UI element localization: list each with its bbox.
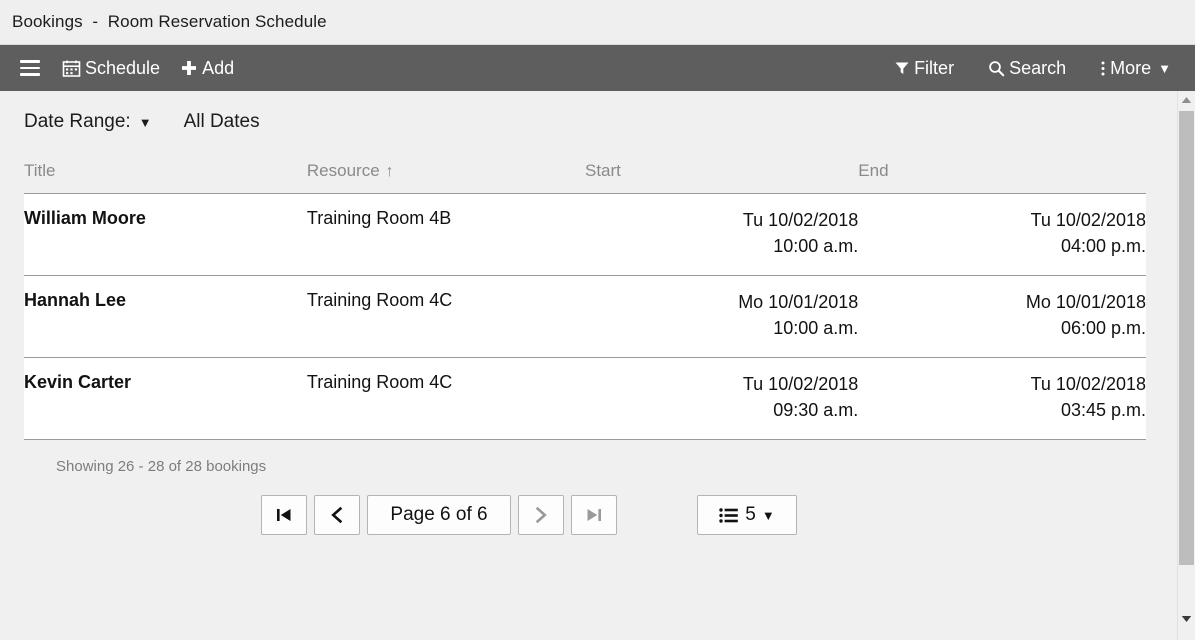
date-range-row: Date Range: ▼ All Dates (0, 91, 1177, 133)
search-button-label: Search (1009, 58, 1067, 78)
cell-end: Mo 10/01/2018 06:00 p.m. (858, 275, 1146, 359)
calendar-icon (62, 59, 81, 78)
column-header-resource-label: Resource (306, 161, 380, 180)
last-page-icon (584, 506, 604, 524)
column-header-resource[interactable]: Resource ↑ (306, 155, 585, 194)
date-range-value: All Dates (183, 111, 260, 132)
page-indicator-label: Page 6 of 6 (390, 504, 488, 526)
first-page-icon (274, 506, 294, 524)
toolbar-right-group: Filter Search More ▼ (884, 55, 1181, 81)
column-header-title[interactable]: Title (24, 155, 307, 194)
page-size-value: 5 (745, 504, 756, 526)
chevron-down-icon: ▼ (138, 114, 152, 130)
first-page-button[interactable] (261, 495, 307, 536)
page-size-selector[interactable]: 5 ▼ (697, 495, 797, 536)
cell-resource: Training Room 4C (306, 357, 585, 441)
scroll-down-button[interactable] (1178, 610, 1195, 628)
magnifier-icon (988, 60, 1005, 77)
table-header: Title Resource ↑ Start End (24, 155, 1146, 194)
caret-up-icon (1181, 91, 1192, 109)
window-title: Bookings - Room Reservation Schedule (12, 12, 327, 31)
previous-page-button[interactable] (314, 495, 360, 536)
more-button[interactable]: More ▼ (1090, 55, 1181, 81)
column-header-end[interactable]: End (858, 155, 1146, 194)
chevron-down-icon: ▼ (1158, 60, 1171, 76)
date-range-selector[interactable]: Date Range: ▼ (24, 111, 152, 133)
cell-start: Tu 10/02/2018 10:00 a.m. (584, 193, 859, 277)
plus-icon (180, 59, 198, 77)
page-indicator: Page 6 of 6 (367, 495, 511, 536)
kebab-menu-icon (1100, 60, 1106, 77)
add-button-label: Add (202, 58, 235, 78)
funnel-icon (894, 60, 910, 76)
main-toolbar: Schedule Add Filter Search More ▼ (0, 45, 1195, 91)
table-row[interactable]: Hannah Lee Training Room 4C Mo 10/01/201… (24, 275, 1146, 359)
cell-start: Mo 10/01/2018 10:00 a.m. (584, 275, 859, 359)
cell-start: Tu 10/02/2018 09:30 a.m. (584, 357, 859, 441)
cell-resource: Training Room 4B (306, 193, 585, 277)
title-bar: Bookings - Room Reservation Schedule (0, 0, 1195, 45)
bookings-table: Title Resource ↑ Start End William Moore… (24, 155, 1146, 441)
list-icon (719, 507, 739, 524)
scroll-up-button[interactable] (1178, 91, 1195, 109)
table-row[interactable]: William Moore Training Room 4B Tu 10/02/… (24, 193, 1146, 277)
search-button[interactable]: Search (978, 55, 1076, 81)
vertical-scrollbar[interactable] (1177, 91, 1195, 640)
last-page-button[interactable] (571, 495, 617, 536)
filter-button[interactable]: Filter (884, 55, 964, 81)
table-row[interactable]: Kevin Carter Training Room 4C Tu 10/02/2… (24, 357, 1146, 441)
menu-button[interactable] (12, 52, 52, 84)
chevron-down-icon: ▼ (761, 507, 775, 523)
cell-title: William Moore (24, 193, 307, 277)
cell-resource: Training Room 4C (306, 275, 585, 359)
more-button-label: More (1110, 58, 1152, 78)
hamburger-menu-icon (20, 56, 40, 80)
content-area: Date Range: ▼ All Dates Title Resource ↑ (0, 91, 1177, 640)
schedule-button-label: Schedule (85, 58, 161, 78)
previous-page-icon (328, 506, 346, 524)
application-window: Bookings - Room Reservation Schedule Sch… (0, 0, 1195, 640)
table-header-row: Title Resource ↑ Start End (24, 155, 1146, 194)
column-header-end-label: End (858, 161, 889, 180)
cell-end: Tu 10/02/2018 04:00 p.m. (858, 193, 1146, 277)
toolbar-left-group: Schedule Add (12, 52, 244, 84)
caret-down-icon (1181, 610, 1192, 628)
record-count-status: Showing 26 - 28 of 28 bookings (56, 458, 267, 476)
cell-title: Hannah Lee (24, 275, 307, 359)
sort-ascending-icon: ↑ (385, 163, 394, 180)
column-header-title-label: Title (24, 161, 56, 180)
column-header-start-label: Start (584, 161, 621, 180)
cell-title: Kevin Carter (24, 357, 307, 441)
next-page-button[interactable] (518, 495, 564, 536)
next-page-icon (532, 506, 550, 524)
pagination-bar: Page 6 of 6 5 ▼ (0, 495, 1177, 536)
table-body: William Moore Training Room 4B Tu 10/02/… (24, 193, 1146, 441)
bookings-table-container: Title Resource ↑ Start End William Moore… (24, 155, 1146, 441)
scrollbar-thumb[interactable] (1179, 111, 1194, 565)
column-header-start[interactable]: Start (584, 155, 859, 194)
schedule-button[interactable]: Schedule (52, 55, 170, 82)
cell-end: Tu 10/02/2018 03:45 p.m. (858, 357, 1146, 441)
date-range-label: Date Range: (24, 111, 131, 132)
add-button[interactable]: Add (170, 55, 244, 81)
filter-button-label: Filter (914, 58, 955, 78)
